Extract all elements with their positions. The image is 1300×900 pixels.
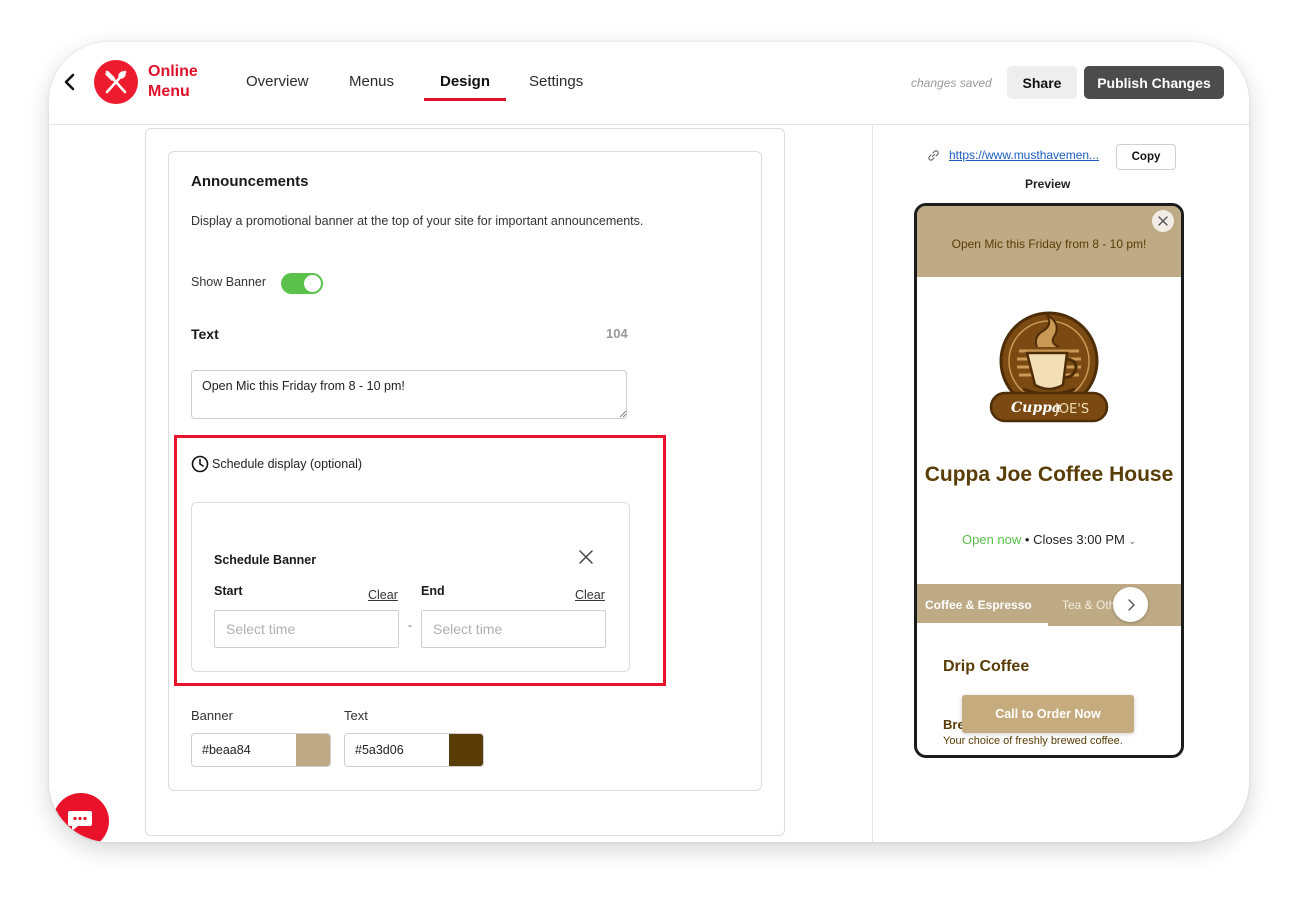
active-tab-indicator (424, 98, 506, 101)
chat-bubble-icon (68, 811, 92, 831)
end-time-input[interactable] (421, 610, 606, 648)
brand-line-2: Menu (148, 83, 190, 100)
character-count: 104 (606, 326, 628, 341)
start-label: Start (214, 584, 243, 598)
text-color-swatch[interactable] (449, 734, 483, 766)
chevron-down-icon: ⌄ (1128, 536, 1136, 546)
logo-text-cuppa: Cuppa (1011, 400, 1061, 416)
schedule-display-label: Schedule display (optional) (212, 457, 363, 471)
show-banner-label: Show Banner (191, 275, 267, 289)
preview-announcement-banner: Open Mic this Friday from 8 - 10 pm! (917, 206, 1181, 277)
preview-item-description: Your choice of freshly brewed coffee. (943, 735, 1123, 747)
top-header: Online Menu Overview Menus Design Settin… (49, 42, 1249, 125)
preview-banner-close-icon[interactable] (1152, 210, 1174, 232)
app-logo-icon (94, 60, 138, 104)
phone-preview: Open Mic this Friday from 8 - 10 pm! Cup… (914, 203, 1184, 758)
tab-design[interactable]: Design (440, 73, 490, 90)
copy-url-button[interactable]: Copy (1116, 144, 1176, 170)
preview-category-tabs: Coffee & Espresso Tea & Other D (917, 584, 1181, 626)
save-status: changes saved (911, 76, 992, 90)
clear-end-link[interactable]: Clear (575, 588, 605, 602)
site-link-row: https://www.musthavemen... (927, 148, 1099, 162)
show-banner-toggle[interactable] (281, 273, 323, 294)
range-separator: - (408, 618, 412, 632)
back-arrow-icon[interactable] (62, 70, 76, 94)
preview-active-tab-indicator (917, 623, 1048, 626)
text-color-input[interactable]: #5a3d06 (344, 733, 484, 767)
panel-divider (872, 124, 873, 842)
schedule-display-toggle[interactable]: Schedule display (optional) (191, 455, 362, 473)
restaurant-name: Cuppa Joe Coffee House (924, 463, 1174, 486)
site-url-link[interactable]: https://www.musthavemen... (949, 148, 1099, 162)
preview-tab-coffee-espresso[interactable]: Coffee & Espresso (925, 598, 1032, 612)
text-color-value: #5a3d06 (355, 743, 404, 757)
text-section-label: Text (191, 326, 219, 342)
publish-changes-button[interactable]: Publish Changes (1084, 66, 1224, 99)
chevron-right-icon[interactable] (1113, 587, 1148, 622)
preview-banner-text: Open Mic this Friday from 8 - 10 pm! (951, 236, 1147, 251)
app-window: Online Menu Overview Menus Design Settin… (49, 42, 1249, 842)
tab-settings[interactable]: Settings (529, 73, 583, 90)
banner-color-label: Banner (191, 708, 233, 723)
toggle-knob (304, 275, 321, 292)
share-button[interactable]: Share (1007, 66, 1077, 99)
hours-status[interactable]: Open now • Closes 3:00 PM ⌄ (917, 532, 1181, 547)
banner-text-input[interactable]: Open Mic this Friday from 8 - 10 pm! (191, 370, 627, 419)
tab-overview[interactable]: Overview (246, 73, 309, 90)
logo-text-joes: JOE'S (1054, 402, 1089, 417)
preview-section-title: Drip Coffee (943, 658, 1030, 675)
brand-name: Online Menu (148, 62, 198, 102)
announcements-heading: Announcements (191, 173, 309, 190)
resize-handle-icon[interactable] (619, 410, 627, 418)
status-bullet: • (1024, 532, 1034, 547)
closing-time: Closes 3:00 PM (1033, 532, 1125, 547)
schedule-banner-title: Schedule Banner (214, 553, 317, 567)
end-label: End (421, 584, 445, 598)
close-icon[interactable] (578, 549, 594, 565)
banner-color-value: #beaa84 (202, 743, 251, 757)
banner-color-input[interactable]: #beaa84 (191, 733, 331, 767)
brand-line-1: Online (148, 63, 198, 80)
text-color-label: Text (344, 708, 368, 723)
preview-label: Preview (1025, 177, 1071, 191)
tab-menus[interactable]: Menus (349, 73, 394, 90)
banner-color-swatch[interactable] (296, 734, 330, 766)
call-to-order-button[interactable]: Call to Order Now (962, 695, 1134, 733)
open-status: Open now (962, 532, 1022, 547)
start-time-input[interactable] (214, 610, 399, 648)
clear-start-link[interactable]: Clear (368, 588, 398, 602)
cuppa-joes-logo: Cuppa JOE'S (989, 311, 1109, 423)
chat-support-button[interactable] (53, 793, 109, 842)
link-icon (928, 149, 939, 161)
clock-icon (191, 455, 209, 473)
announcements-description: Display a promotional banner at the top … (191, 214, 644, 228)
